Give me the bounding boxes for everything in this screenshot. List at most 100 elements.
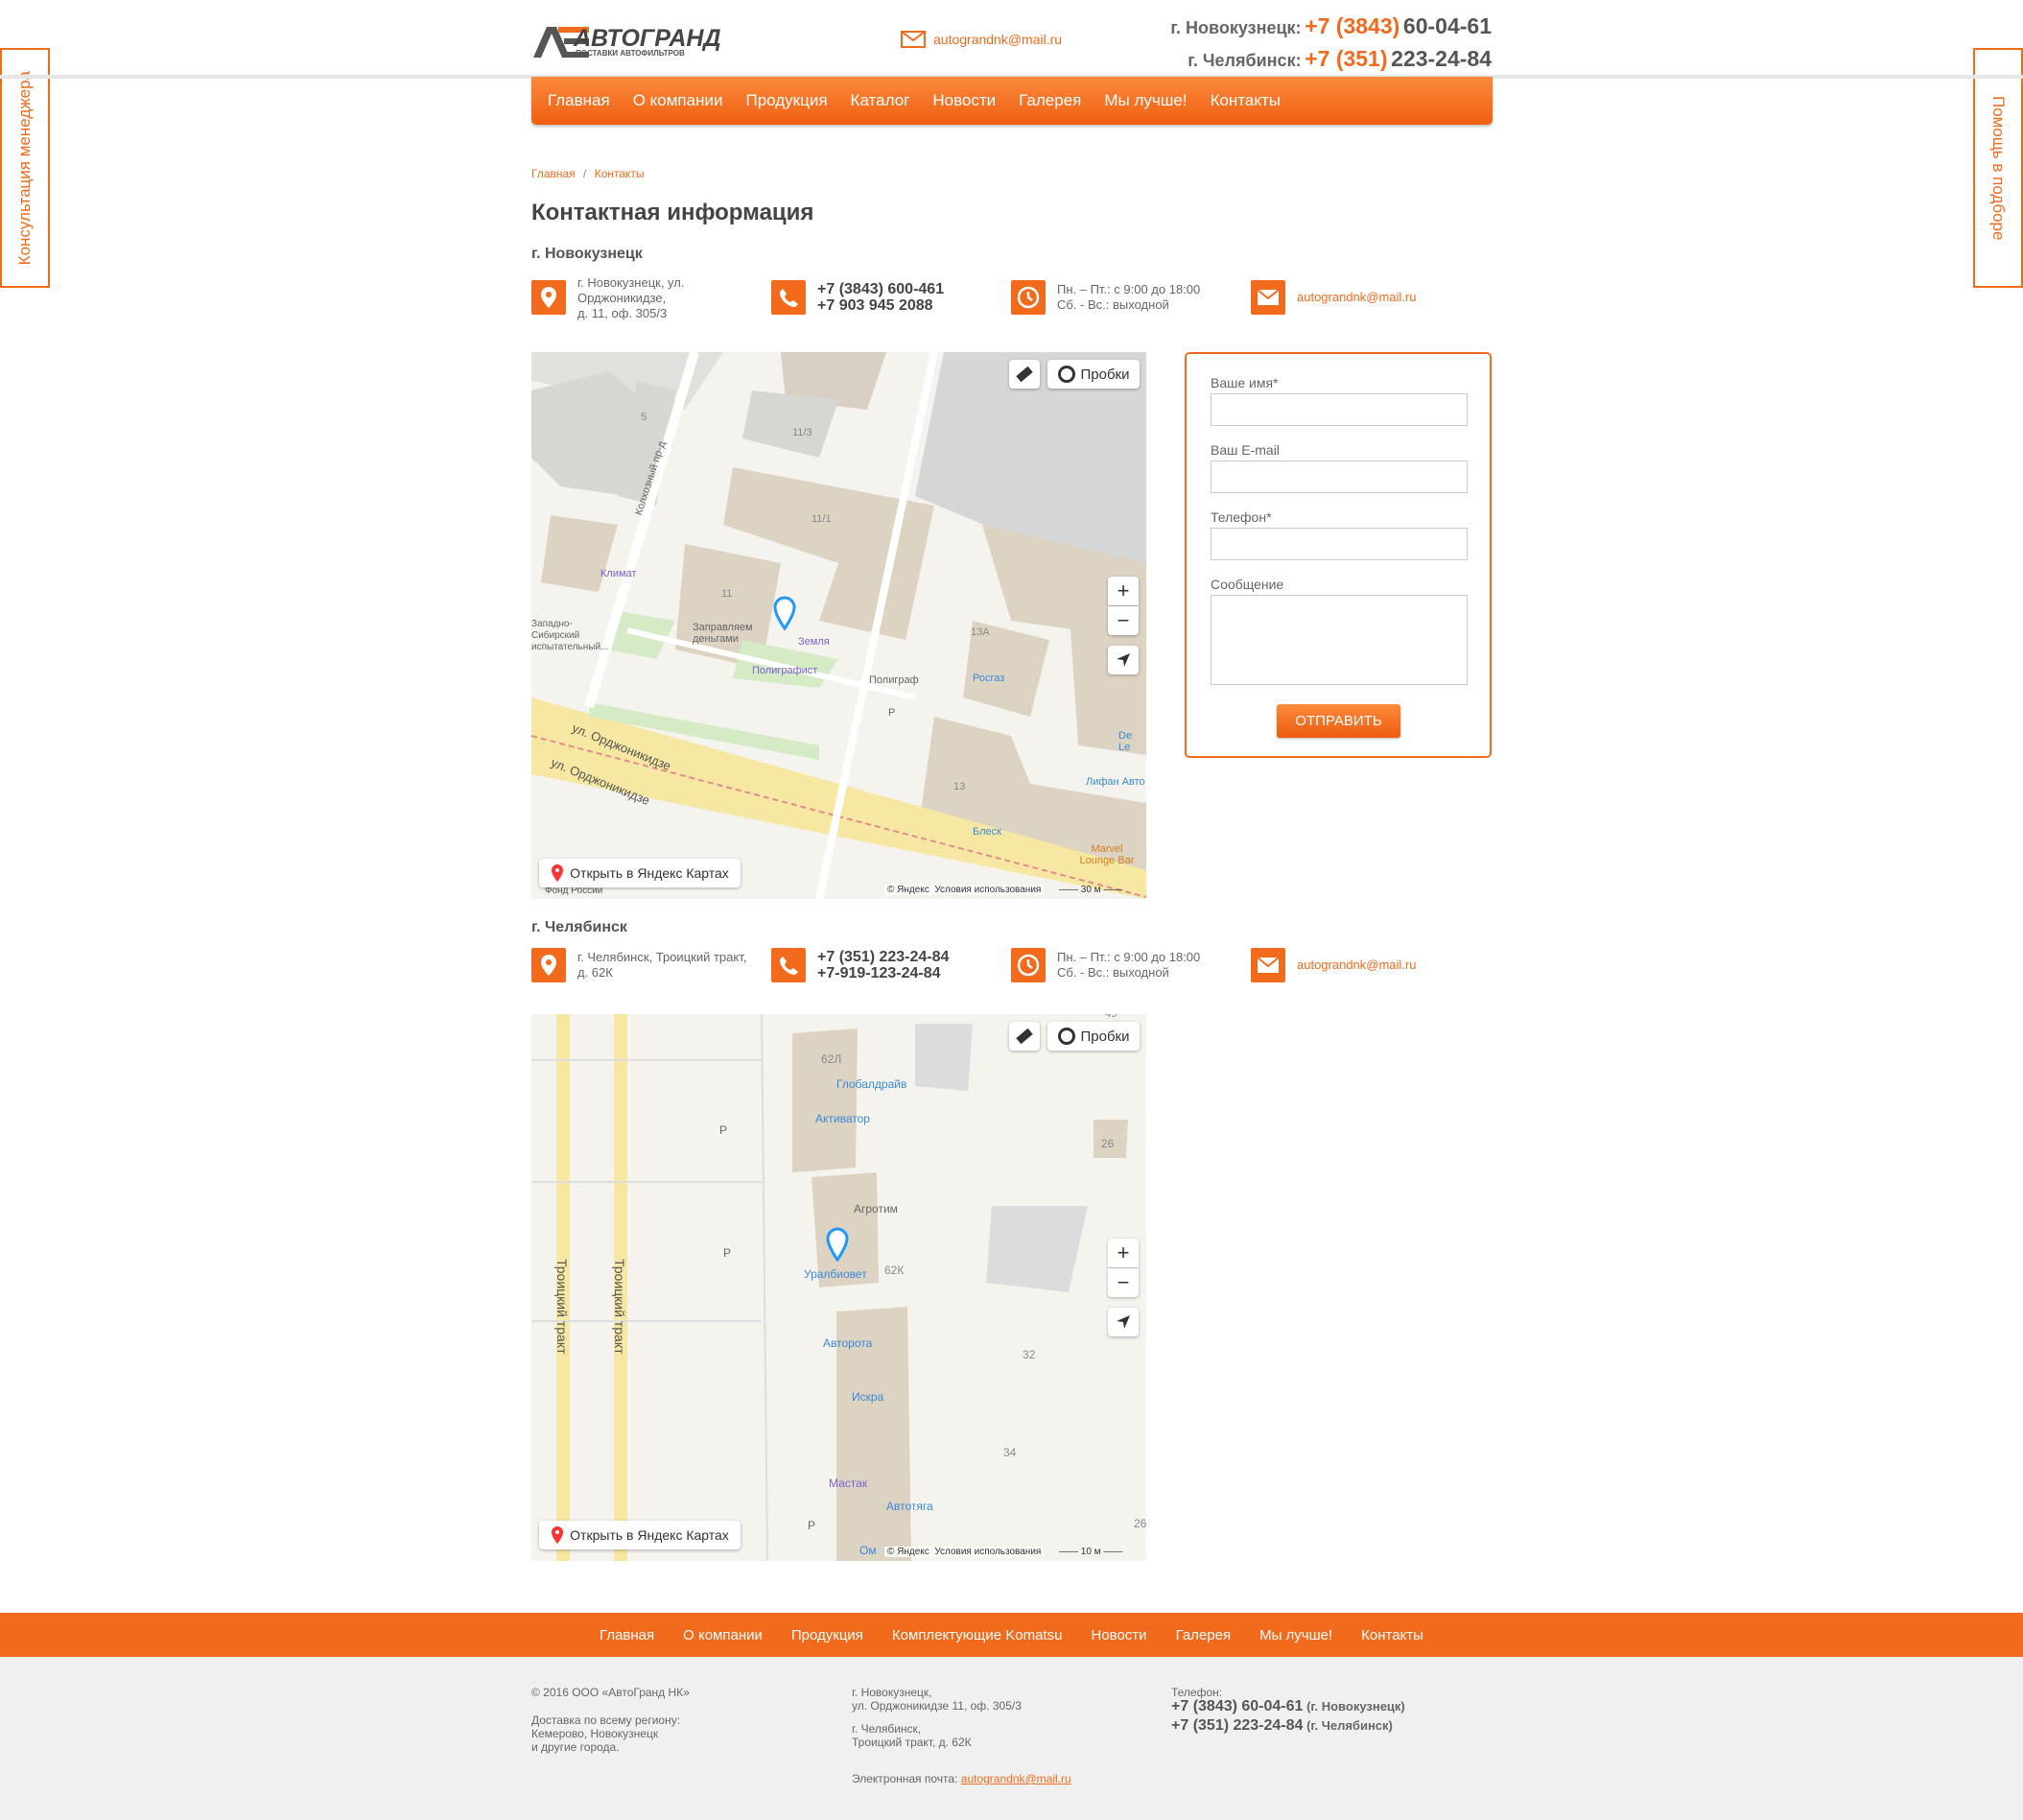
footer-nav-contacts[interactable]: Контакты (1361, 1627, 1423, 1643)
main-nav: Главная О компании Продукция Каталог Нов… (531, 77, 1493, 125)
manager-consult-tab[interactable]: Консультация менеджера (0, 48, 50, 288)
map-label: 62Л (821, 1052, 842, 1066)
office-email[interactable]: autograndnk@mail.ru (1297, 290, 1416, 304)
map-label: Заправляем деньгами (693, 622, 753, 645)
phone-code: +7 (351) (1305, 46, 1388, 71)
message-textarea[interactable] (1211, 595, 1468, 685)
map-terms-link[interactable]: Условия использования (934, 1547, 1041, 1557)
open-yandex-maps-button[interactable]: Открыть в Яндекс Картах (539, 1521, 741, 1549)
header-phone-nk[interactable]: г. Новокузнецк: +7 (3843) 60-04-61 (1170, 12, 1492, 44)
name-label: Ваше имя* (1211, 375, 1279, 390)
map-label: Полиграф (869, 674, 919, 686)
map-label: Климат (600, 568, 637, 579)
zoom-in-button[interactable]: + (1108, 1239, 1139, 1267)
navigation-arrow-icon (1117, 1315, 1130, 1329)
nav-better[interactable]: Мы лучше! (1104, 91, 1187, 110)
footer-nav-about[interactable]: О компании (683, 1627, 763, 1643)
office-phone[interactable]: +7-919-123-24-84 (817, 965, 949, 981)
nav-contacts[interactable]: Контакты (1211, 91, 1281, 110)
manager-consult-label: Консультация менеджера (15, 70, 34, 266)
footer-nav: Главная О компании Продукция Комплектующ… (0, 1613, 2023, 1657)
hours-line: Сб. - Вс.: выходной (1057, 297, 1169, 312)
header-phone-chel[interactable]: г. Челябинск: +7 (351) 223-24-84 (1170, 44, 1492, 77)
footer-delivery: Доставка по всему региону: Кемерово, Нов… (531, 1714, 680, 1754)
address-line: д. 11, оф. 305/3 (577, 306, 668, 320)
breadcrumb-sep: / (583, 167, 587, 180)
map-label: Полиграфист (752, 665, 818, 676)
selection-help-label: Помощь в подборе (1989, 95, 2008, 241)
email-input[interactable] (1211, 461, 1468, 493)
address-line: г. Челябинск, Троицкий тракт, (577, 950, 747, 964)
logo[interactable]: АВТОГРАНД ПОСТАВКИ АВТОФИЛЬТРОВ (533, 25, 764, 59)
map-chelyabinsk[interactable]: 45 62Л Глобалдрайв Активатор Агротим Ура… (531, 1014, 1146, 1561)
map-label: 45 (1105, 1014, 1117, 1020)
name-input[interactable] (1211, 393, 1468, 426)
office-phone[interactable]: +7 (3843) 600-461 (817, 281, 944, 297)
map-label: Автотяга (886, 1500, 933, 1513)
traffic-button[interactable]: Пробки (1047, 1022, 1140, 1051)
nav-about[interactable]: О компании (633, 91, 723, 110)
map-copyright: © Яндекс Условия использования (884, 1547, 1045, 1557)
navigation-arrow-icon (1117, 653, 1130, 667)
traffic-icon (1057, 1028, 1075, 1045)
submit-button[interactable]: ОТПРАВИТЬ (1277, 704, 1400, 738)
address-line: Троицкий тракт, д. 62К (852, 1736, 972, 1749)
map-marker-icon (773, 596, 796, 630)
phone-icon (771, 948, 806, 982)
footer-nav-products[interactable]: Продукция (791, 1627, 863, 1643)
nav-products[interactable]: Продукция (745, 91, 827, 110)
map-scale-text: 10 м (1080, 1547, 1101, 1557)
header-email[interactable]: autograndnk@mail.ru (901, 31, 1062, 48)
office-city-title: г. Челябинск (531, 919, 627, 935)
geolocation-button[interactable] (1108, 1308, 1139, 1336)
footer-email-link[interactable]: autograndnk@mail.ru (961, 1772, 1071, 1785)
zoom-out-button[interactable]: − (1108, 1268, 1139, 1297)
office-phone[interactable]: +7 (351) 223-24-84 (817, 949, 949, 965)
office-phone[interactable]: +7 903 945 2088 (817, 297, 944, 314)
footer-nav-komatsu[interactable]: Комплектующие Komatsu (892, 1627, 1063, 1643)
footer-nav-gallery[interactable]: Галерея (1176, 1627, 1232, 1643)
address-line: г. Челябинск, (852, 1722, 922, 1736)
map-label: Искра (852, 1390, 884, 1404)
office-email[interactable]: autograndnk@mail.ru (1297, 957, 1416, 972)
footer-phone-chel[interactable]: +7 (351) 223-24-84 (г. Челябинск) (1171, 1716, 1405, 1736)
footer-nav-news[interactable]: Новости (1091, 1627, 1146, 1643)
open-yandex-maps-button[interactable]: Открыть в Яндекс Картах (539, 859, 741, 887)
traffic-button[interactable]: Пробки (1047, 360, 1140, 389)
delivery-line: и другие города. (531, 1740, 620, 1754)
traffic-label: Пробки (1080, 1028, 1130, 1045)
selection-help-tab[interactable]: Помощь в подборе (1973, 48, 2023, 288)
hours-line: Сб. - Вс.: выходной (1057, 965, 1169, 980)
map-label: Р (808, 1519, 816, 1532)
map-label: Активатор (815, 1112, 870, 1125)
zoom-out-button[interactable]: − (1108, 606, 1139, 635)
footer-nav-better[interactable]: Мы лучше! (1259, 1627, 1332, 1643)
message-label: Сообщение (1211, 577, 1284, 592)
copyright-text: © Яндекс (887, 1547, 929, 1557)
map-terms-link[interactable]: Условия использования (934, 885, 1041, 895)
nav-news[interactable]: Новости (932, 91, 996, 110)
ruler-icon (1016, 1028, 1033, 1045)
map-novokuznetsk[interactable]: 5 11/3 11/1 11 13А 13 Климат Заправляем … (531, 352, 1146, 899)
map-label: 5 (641, 412, 647, 423)
footer-nav-home[interactable]: Главная (600, 1627, 654, 1643)
footer-phone-nk[interactable]: +7 (3843) 60-04-61 (г. Новокузнецк) (1171, 1697, 1405, 1716)
map-label: Marvel Lounge Bar (1079, 843, 1135, 866)
nav-gallery[interactable]: Галерея (1019, 91, 1081, 110)
map-marker-icon (826, 1227, 849, 1262)
zoom-in-button[interactable]: + (1108, 577, 1139, 605)
nav-home[interactable]: Главная (548, 91, 610, 110)
open-yandex-maps-label: Открыть в Яндекс Картах (570, 865, 729, 881)
address-line: г. Новокузнецк, (852, 1686, 932, 1699)
nav-catalog[interactable]: Каталог (851, 91, 910, 110)
feedback-form: Ваше имя* Ваш E-mail Телефон* Сообщение … (1185, 352, 1492, 758)
geolocation-button[interactable] (1108, 646, 1139, 674)
ruler-button[interactable] (1009, 1022, 1040, 1051)
phone-input[interactable] (1211, 528, 1468, 560)
traffic-label: Пробки (1080, 366, 1130, 383)
address-line: Орджоникидзе, (577, 291, 667, 305)
map-tiles (531, 352, 1146, 899)
map-scale-text: 30 м (1080, 885, 1101, 895)
ruler-button[interactable] (1009, 360, 1040, 389)
breadcrumb-home[interactable]: Главная (531, 167, 576, 180)
